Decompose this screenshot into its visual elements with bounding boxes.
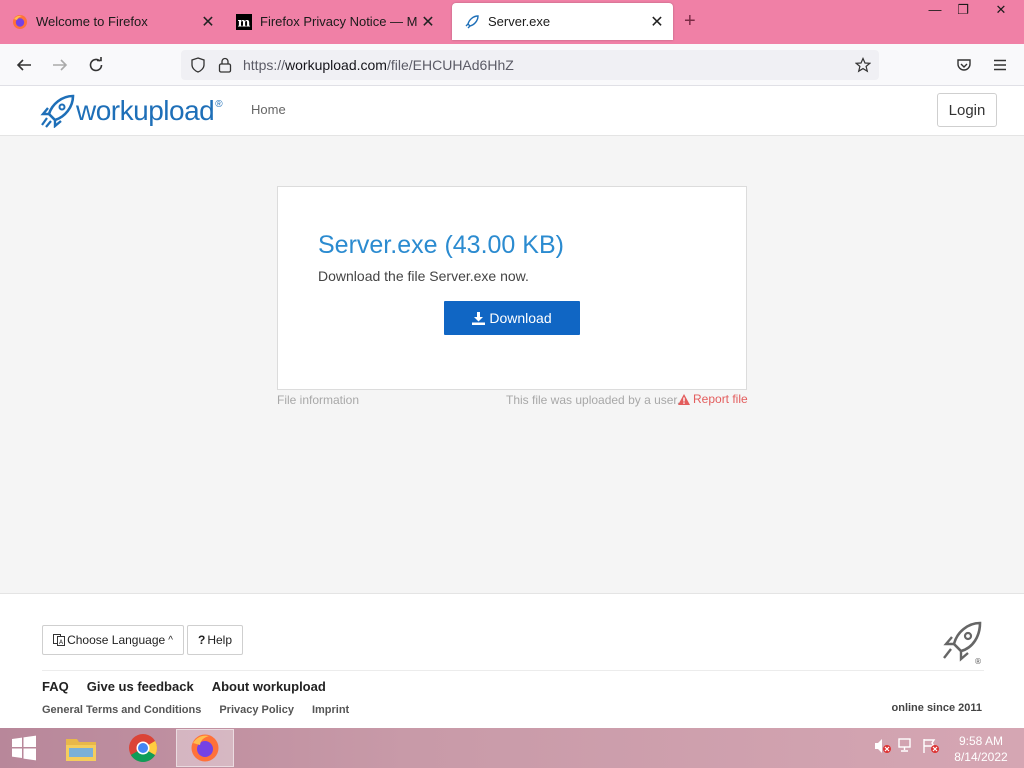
chevron-up-icon: ^ — [168, 634, 173, 646]
close-window-icon[interactable]: ✕ — [986, 0, 1016, 22]
login-button[interactable]: Login — [937, 93, 997, 127]
terms-link[interactable]: General Terms and Conditions — [42, 704, 201, 716]
url-bar[interactable]: https://workupload.com/file/EHCUHAd6HhZ — [181, 50, 879, 80]
warning-icon — [678, 393, 690, 405]
tab-firefox-privacy-notice[interactable]: m Firefox Privacy Notice — Mozilla ✕ — [224, 3, 446, 40]
mozilla-m-icon: m — [236, 13, 252, 30]
forward-arrow-icon[interactable] — [48, 53, 72, 77]
bookmark-star-icon[interactable] — [855, 57, 871, 73]
report-file-link[interactable]: Report file — [678, 392, 748, 406]
windows-logo-icon — [12, 735, 36, 761]
workupload-rocket-icon — [465, 14, 479, 28]
clock-time: 9:58 AM — [958, 734, 1004, 748]
chrome-icon — [129, 734, 157, 762]
give-feedback-link[interactable]: Give us feedback — [87, 679, 194, 694]
choose-language-button[interactable]: A Choose Language ^ — [42, 625, 184, 655]
restore-window-icon[interactable]: ❐ — [948, 0, 978, 22]
workupload-logo[interactable]: workupload ® — [40, 94, 223, 128]
firefox-icon — [191, 734, 219, 762]
tab-title: Server.exe — [488, 14, 551, 29]
tracking-shield-icon[interactable] — [190, 57, 206, 73]
download-label: Download — [489, 310, 552, 326]
faq-link[interactable]: FAQ — [42, 679, 69, 694]
logo-wordmark: workupload — [76, 95, 215, 126]
svg-text:®: ® — [974, 657, 982, 666]
file-information-link[interactable]: File information — [277, 393, 359, 407]
imprint-link[interactable]: Imprint — [312, 704, 349, 716]
svg-text:m: m — [238, 15, 251, 29]
online-since-text: online since 2011 — [891, 702, 983, 714]
uploaded-by-user-note: This file was uploaded by a user. — [506, 393, 681, 407]
taskbar-clock[interactable]: 9:58 AM 8/14/2022 — [946, 733, 1016, 765]
url-text[interactable]: https://workupload.com/file/EHCUHAd6HhZ — [243, 57, 514, 73]
tab-welcome-to-firefox[interactable]: Welcome to Firefox ✕ — [0, 3, 224, 40]
footer-divider — [42, 670, 984, 671]
taskbar-firefox[interactable] — [176, 729, 234, 767]
report-file-label: Report file — [693, 392, 748, 406]
close-tab-icon[interactable]: ✕ — [647, 12, 667, 32]
help-button[interactable]: ? Help — [187, 625, 243, 655]
action-center-flag-icon[interactable] — [922, 738, 940, 757]
file-card: Server.exe (43.00 KB) Download the file … — [277, 186, 747, 390]
new-tab-plus-icon[interactable]: + — [684, 10, 696, 33]
site-footer: A Choose Language ^ ? Help ® FAQ Give us… — [0, 593, 1024, 728]
back-arrow-icon[interactable] — [12, 53, 36, 77]
close-tab-icon[interactable]: ✕ — [198, 12, 218, 32]
folder-icon — [66, 739, 96, 761]
lock-icon[interactable] — [218, 57, 232, 73]
firefox-icon — [13, 14, 27, 29]
tab-server-exe[interactable]: Server.exe ✕ — [452, 3, 673, 40]
site-header: workupload ® Home Login — [0, 86, 1024, 136]
file-description: Download the file Server.exe now. — [318, 268, 529, 284]
privacy-policy-link[interactable]: Privacy Policy — [219, 704, 294, 716]
pocket-icon[interactable] — [952, 53, 976, 77]
volume-muted-icon[interactable] — [874, 738, 892, 757]
about-workupload-link[interactable]: About workupload — [212, 679, 326, 694]
language-icon: A — [53, 634, 66, 646]
help-label: Help — [207, 633, 233, 647]
close-tab-icon[interactable]: ✕ — [418, 12, 438, 32]
browser-navbar: https://workupload.com/file/EHCUHAd6HhZ — [0, 44, 1024, 86]
workupload-rocket-icon: ® — [943, 621, 982, 666]
question-mark-icon: ? — [197, 633, 206, 647]
minimize-window-icon[interactable]: — — [920, 0, 950, 22]
registered-mark: ® — [215, 98, 223, 110]
download-button[interactable]: Download — [444, 301, 580, 335]
browser-titlebar: Welcome to Firefox ✕ m Firefox Privacy N… — [0, 0, 1024, 44]
file-heading: Server.exe (43.00 KB) — [318, 231, 564, 259]
tab-title: Welcome to Firefox — [36, 14, 148, 29]
taskbar-chrome[interactable] — [114, 729, 172, 767]
tab-title: Firefox Privacy Notice — Mozilla — [260, 14, 418, 29]
footer-secondary-links: General Terms and Conditions Privacy Pol… — [42, 704, 349, 716]
windows-taskbar: 9:58 AM 8/14/2022 — [0, 728, 1024, 768]
workupload-rocket-icon — [40, 94, 75, 128]
taskbar-file-explorer[interactable] — [52, 729, 110, 767]
download-icon — [472, 311, 486, 325]
reload-icon[interactable] — [84, 53, 108, 77]
nav-home-link[interactable]: Home — [251, 102, 286, 117]
hamburger-menu-icon[interactable] — [988, 53, 1012, 77]
clock-date: 8/14/2022 — [954, 750, 1008, 764]
choose-language-label: Choose Language — [67, 633, 166, 647]
network-icon[interactable] — [898, 738, 916, 757]
start-button[interactable] — [0, 728, 48, 768]
footer-primary-links: FAQ Give us feedback About workupload — [42, 679, 326, 694]
